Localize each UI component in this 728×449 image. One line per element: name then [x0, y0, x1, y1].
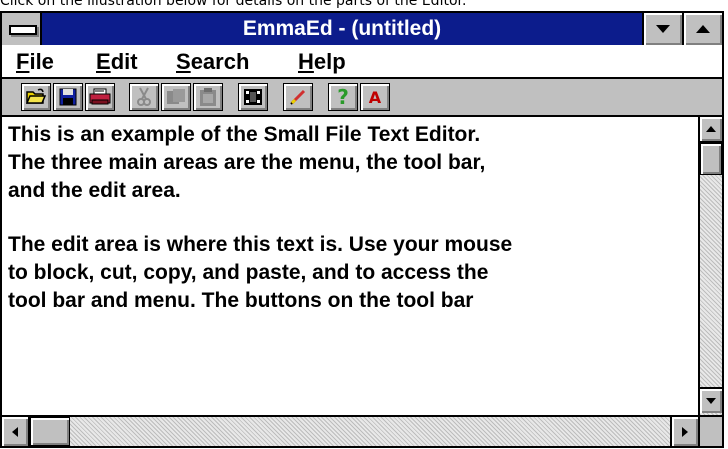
edit-line: tool bar and menu. The buttons on the to… — [8, 289, 474, 312]
horizontal-scrollbar[interactable] — [2, 415, 698, 446]
edit-area[interactable]: This is an example of the Small File Tex… — [2, 117, 698, 415]
pencil-button[interactable] — [283, 83, 313, 111]
edit-line: to block, cut, copy, and paste, and to a… — [8, 261, 489, 284]
menu-edit-mnemonic: E — [96, 49, 111, 74]
menu-search-mnemonic: S — [176, 49, 191, 74]
vertical-scrollbar[interactable] — [698, 117, 722, 415]
edit-line: This is an example of the Small File Tex… — [8, 123, 481, 146]
tool-bar: ? A — [2, 79, 722, 117]
minimize-button[interactable] — [642, 13, 682, 45]
edit-line: The three main areas are the menu, the t… — [8, 151, 486, 174]
pencil-icon — [290, 89, 306, 105]
arrow-up-icon — [706, 126, 716, 132]
film-button[interactable] — [238, 83, 268, 111]
save-button[interactable] — [53, 83, 83, 111]
horizontal-scroll-thumb[interactable] — [30, 417, 70, 446]
help-question-icon: ? — [337, 85, 349, 109]
copy-icon — [167, 89, 185, 104]
scroll-left-button[interactable] — [2, 417, 30, 446]
open-button[interactable] — [21, 83, 51, 111]
menu-edit[interactable]: Edit — [96, 49, 138, 75]
scroll-right-button[interactable] — [670, 417, 698, 446]
cut-button[interactable] — [129, 83, 159, 111]
menu-file-label: ile — [29, 49, 54, 74]
system-menu-icon — [9, 25, 37, 35]
menu-help[interactable]: Help — [298, 49, 346, 75]
system-menu-button[interactable] — [2, 13, 42, 45]
vertical-scroll-thumb[interactable] — [700, 143, 722, 175]
menu-bar: File Edit Search Help — [2, 45, 722, 79]
print-icon — [89, 88, 111, 105]
caption-text: Click on the illustration below for deta… — [0, 0, 467, 9]
scroll-up-button[interactable] — [700, 117, 722, 143]
arrow-right-icon — [682, 426, 688, 437]
edit-line: The edit area is where this text is. Use… — [8, 233, 513, 256]
open-folder-icon — [26, 88, 46, 104]
font-a-icon: A — [368, 87, 382, 107]
film-icon — [244, 89, 262, 105]
maximize-button[interactable] — [682, 13, 722, 45]
arrow-left-icon — [12, 426, 18, 437]
editor-window: EmmaEd - (untitled) File Edit Search Hel… — [0, 11, 724, 448]
scrollbar-corner — [698, 415, 722, 446]
maximize-icon — [696, 25, 710, 33]
copy-button[interactable] — [161, 83, 191, 111]
edit-line: and the edit area. — [8, 179, 181, 202]
paste-button[interactable] — [193, 83, 223, 111]
menu-search-label: earch — [190, 49, 250, 74]
arrow-down-icon — [706, 398, 716, 404]
help-button[interactable]: ? — [328, 83, 358, 111]
print-button[interactable] — [85, 83, 115, 111]
menu-help-label: elp — [313, 49, 346, 74]
menu-edit-label: dit — [110, 49, 138, 74]
minimize-icon — [656, 25, 670, 33]
scroll-down-button[interactable] — [700, 387, 722, 413]
cut-scissors-icon — [137, 87, 151, 106]
menu-file[interactable]: File — [16, 49, 54, 75]
menu-file-mnemonic: F — [16, 49, 30, 74]
font-button[interactable]: A — [360, 83, 390, 111]
save-disk-icon — [59, 88, 77, 106]
title-bar[interactable]: EmmaEd - (untitled) — [2, 13, 722, 47]
menu-search[interactable]: Search — [176, 49, 249, 75]
window-title: EmmaEd - (untitled) — [242, 17, 442, 40]
menu-help-mnemonic: H — [298, 49, 314, 74]
paste-clipboard-icon — [200, 88, 216, 106]
